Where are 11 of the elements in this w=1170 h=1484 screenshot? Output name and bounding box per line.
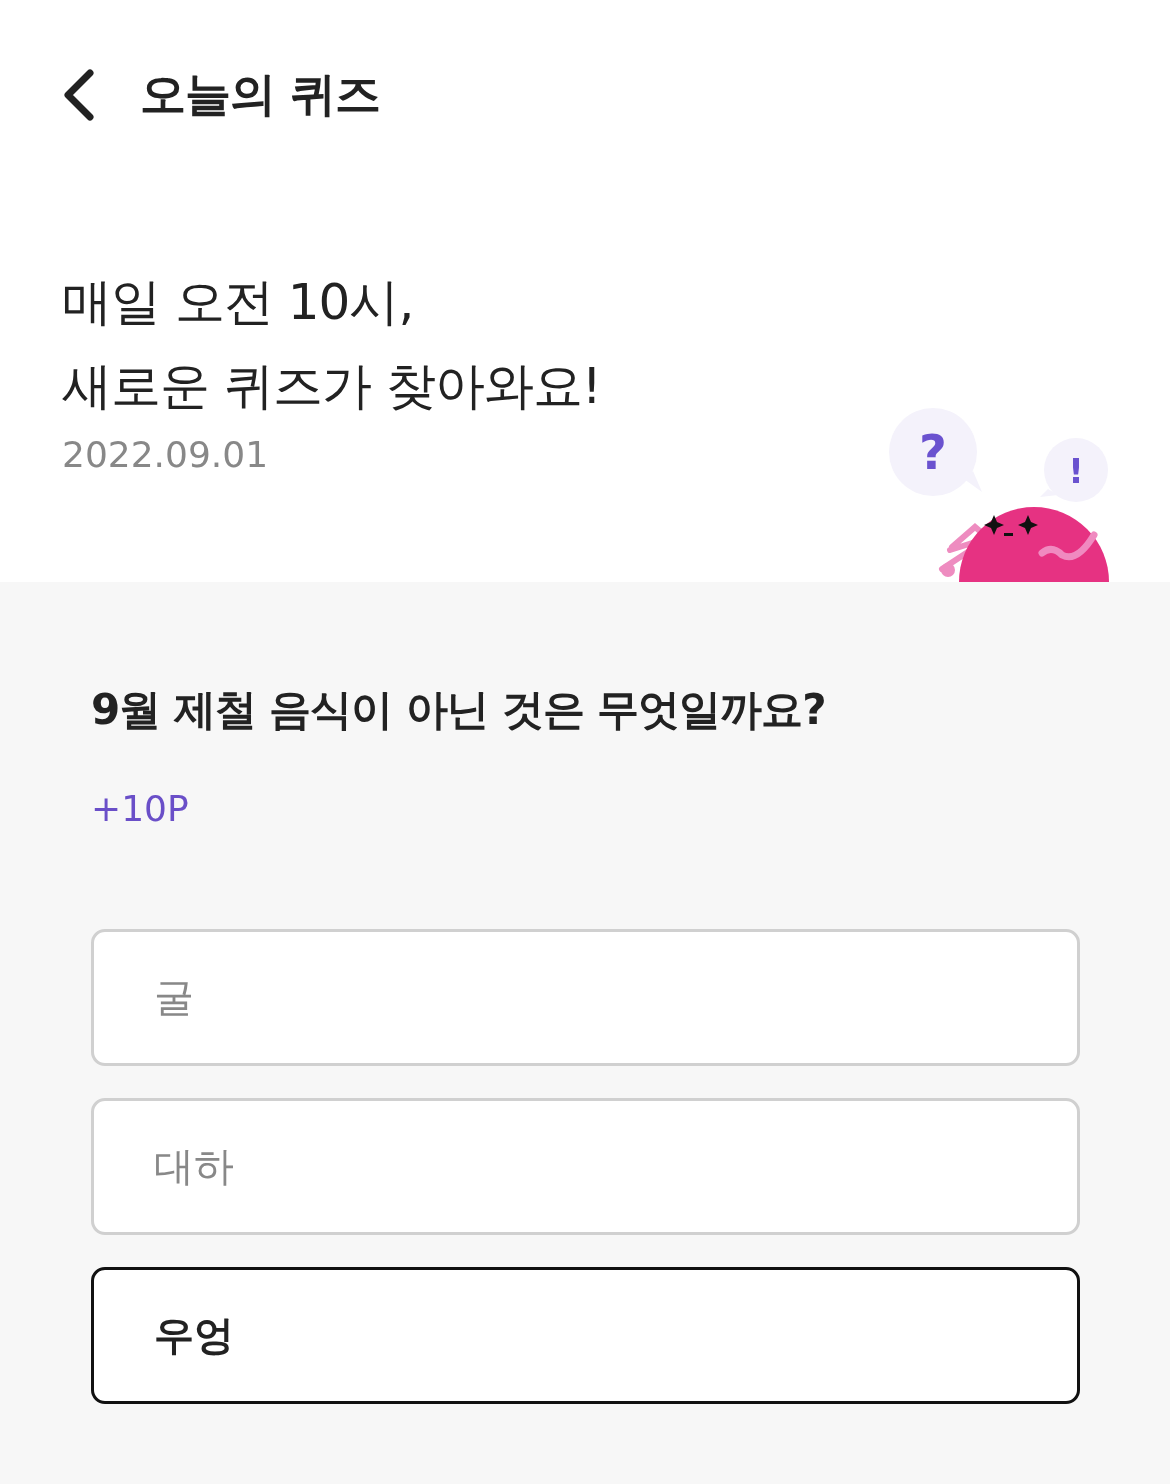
- date-text: 2022.09.01: [62, 434, 269, 475]
- page-title: 오늘의 퀴즈: [140, 66, 380, 123]
- bubble-mark: !: [1068, 451, 1084, 491]
- question-text: 9월 제철 음식이 아닌 것은 무엇일까요?: [91, 684, 827, 736]
- bubble-mark: ?: [919, 424, 947, 480]
- answer-option[interactable]: 굴: [91, 929, 1080, 1066]
- answer-option[interactable]: 대하: [91, 1098, 1080, 1235]
- answer-option[interactable]: 우엉: [91, 1267, 1080, 1404]
- headline-text: 매일 오전 10시,: [62, 272, 415, 333]
- headline-text: 새로운 퀴즈가 찾아와요!: [62, 356, 602, 417]
- reward-points: +10P: [91, 788, 190, 829]
